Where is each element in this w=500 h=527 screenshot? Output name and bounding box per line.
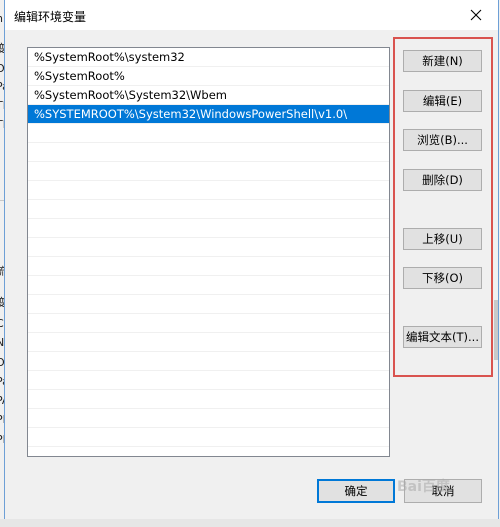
empty-list-row — [28, 371, 389, 390]
title-bar[interactable]: 编辑环境变量 — [5, 0, 498, 30]
empty-list-row — [28, 295, 389, 314]
empty-list-row — [28, 428, 389, 447]
edit-button[interactable]: 编辑(E) — [403, 90, 482, 112]
empty-list-row — [28, 257, 389, 276]
browse-button[interactable]: 浏览(B)... — [403, 129, 482, 151]
edit-text-button[interactable]: 编辑文本(T)... — [403, 326, 482, 348]
empty-list-row — [28, 390, 389, 409]
empty-list-row — [28, 276, 389, 295]
cancel-button[interactable]: 取消 — [404, 479, 482, 503]
empty-list-row — [28, 352, 389, 371]
background-taskbar-strip — [0, 519, 500, 527]
close-icon — [470, 9, 482, 21]
path-list-item[interactable]: %SystemRoot% — [28, 67, 389, 86]
move-down-button[interactable]: 下移(O) — [403, 267, 482, 289]
new-button[interactable]: 新建(N) — [403, 50, 482, 72]
empty-list-row — [28, 124, 389, 143]
empty-list-row — [28, 409, 389, 428]
empty-list-row — [28, 219, 389, 238]
move-up-button[interactable]: 上移(U) — [403, 228, 482, 250]
path-list-item[interactable]: %SystemRoot%\system32 — [28, 48, 389, 67]
dialog-title: 编辑环境变量 — [14, 10, 87, 24]
empty-list-row — [28, 143, 389, 162]
empty-list-row — [28, 333, 389, 352]
empty-list-row — [28, 162, 389, 181]
empty-list-row — [28, 314, 389, 333]
path-list-item[interactable]: %SystemRoot%\System32\Wbem — [28, 86, 389, 105]
empty-list-row — [28, 238, 389, 257]
empty-list-row — [28, 181, 389, 200]
empty-list-row — [28, 200, 389, 219]
scroll-edge — [494, 300, 498, 360]
ok-button[interactable]: 确定 — [317, 479, 395, 503]
edit-env-variable-dialog: 编辑环境变量 %SystemRoot%\system32 %SystemRoot%… — [4, 0, 499, 527]
path-list[interactable]: %SystemRoot%\system32 %SystemRoot% %System… — [27, 47, 390, 457]
close-button[interactable] — [454, 0, 498, 30]
path-list-item[interactable]: %SYSTEMROOT%\System32\WindowsPowerShell\… — [28, 105, 389, 124]
delete-button[interactable]: 删除(D) — [403, 169, 482, 191]
